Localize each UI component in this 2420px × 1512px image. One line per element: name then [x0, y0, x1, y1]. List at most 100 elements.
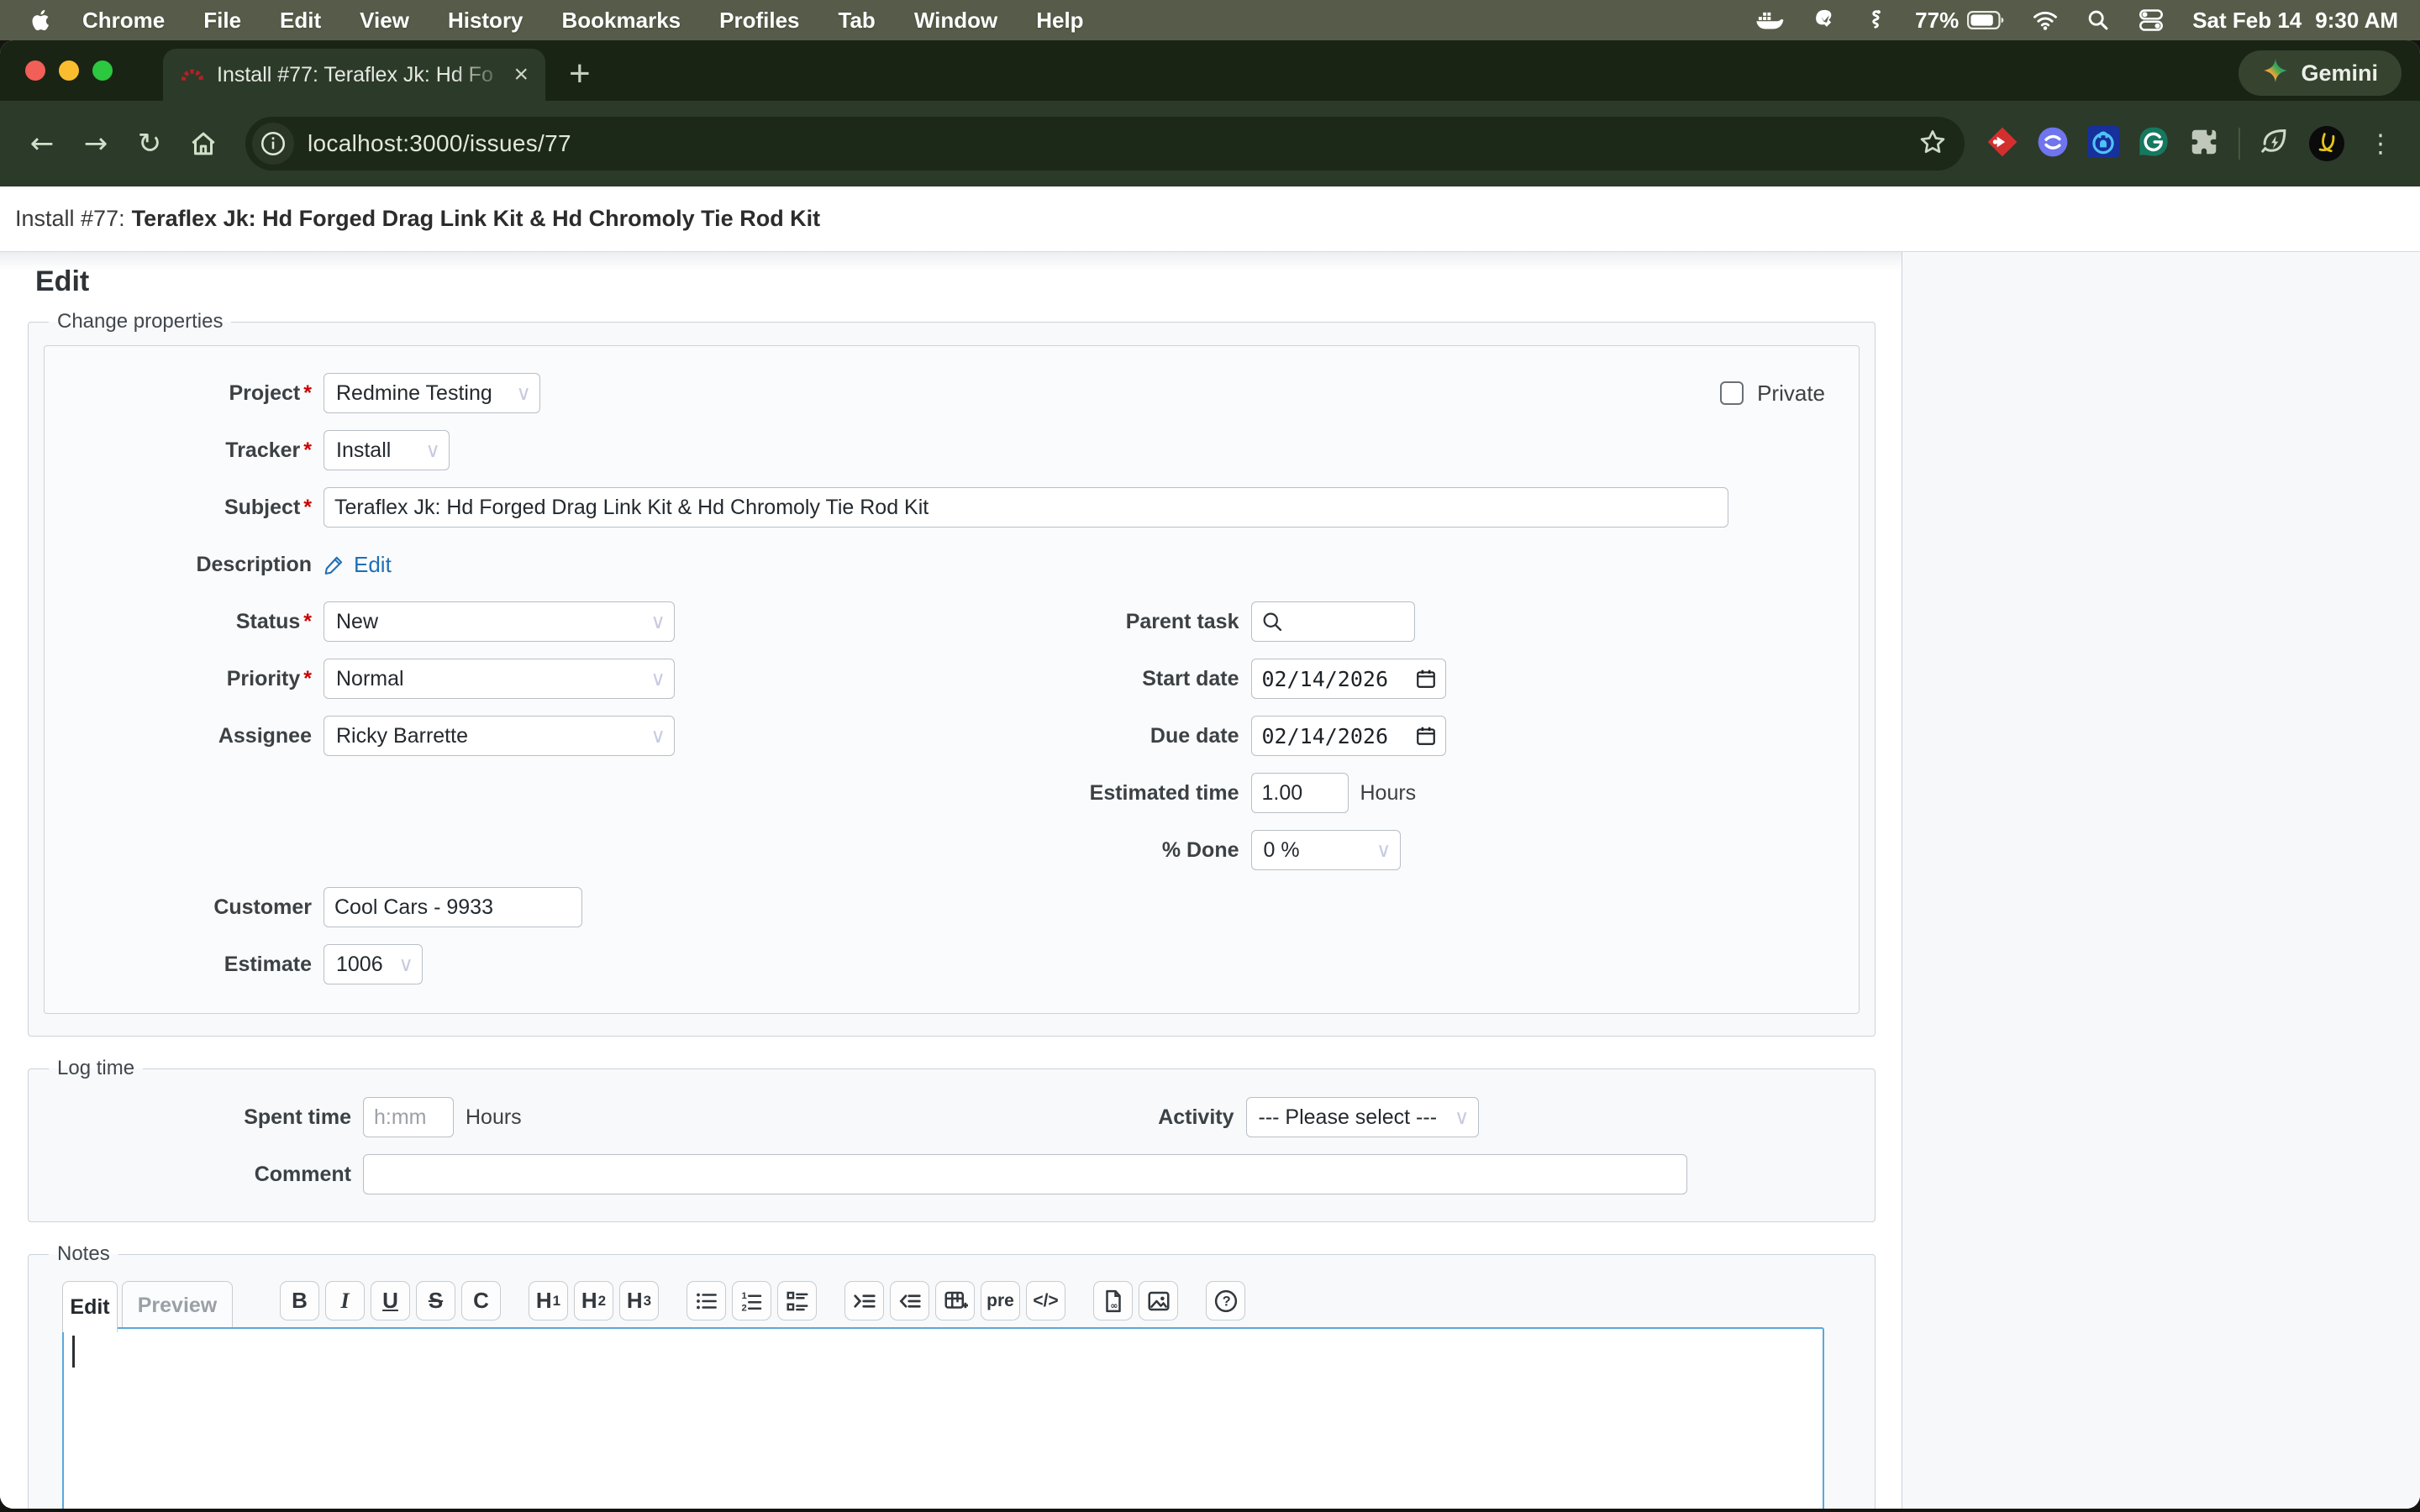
change-properties-legend: Change properties [49, 310, 231, 333]
italic-button[interactable]: I [325, 1281, 365, 1320]
profile-avatar[interactable] [2309, 126, 2344, 161]
ordered-list-icon[interactable]: 12 [732, 1281, 771, 1320]
chevron-down-icon: ∨ [1376, 838, 1392, 862]
unordered-list-icon[interactable] [687, 1281, 726, 1320]
heading2-button[interactable]: H2 [574, 1281, 613, 1320]
back-icon[interactable]: ← [22, 123, 62, 164]
menu-chrome[interactable]: Chrome [82, 8, 165, 34]
description-edit-link[interactable]: Edit [324, 552, 392, 578]
parent-task-input[interactable] [1251, 601, 1415, 642]
gemini-button[interactable]: Gemini [2238, 50, 2402, 96]
zoom-window-button[interactable] [92, 60, 113, 81]
done-ratio-select[interactable]: 0 %∨ [1251, 830, 1401, 870]
comment-input[interactable] [363, 1154, 1687, 1194]
due-date-input[interactable]: 02/14/2026 [1251, 716, 1446, 756]
private-checkbox[interactable] [1720, 381, 1744, 405]
notes-textarea[interactable] [62, 1327, 1824, 1509]
blockquote-icon[interactable] [844, 1281, 884, 1320]
menu-help[interactable]: Help [1036, 8, 1083, 34]
home-icon[interactable] [183, 123, 224, 164]
menu-history[interactable]: History [448, 8, 523, 34]
heading3-button[interactable]: H3 [619, 1281, 659, 1320]
estimated-time-input[interactable] [1251, 773, 1349, 813]
pencil-icon [324, 554, 345, 575]
menu-edit[interactable]: Edit [280, 8, 321, 34]
inline-code-button[interactable]: C [461, 1281, 501, 1320]
url-text[interactable]: localhost:3000/issues/77 [308, 130, 1918, 157]
menu-bookmarks[interactable]: Bookmarks [562, 8, 681, 34]
bookmark-star-icon[interactable] [1918, 127, 1948, 161]
heading1-button[interactable]: H1 [529, 1281, 568, 1320]
grammarly-icon[interactable] [2138, 126, 2170, 162]
menu-window[interactable]: Window [914, 8, 997, 34]
menubar-time-label[interactable]: 9:30 AM [2315, 8, 2398, 34]
site-info-icon[interactable] [252, 123, 294, 165]
browser-tab[interactable]: Install #77: Teraflex Jk: Hd Fo × [163, 49, 545, 101]
extensions-row: ⋮ [1986, 126, 2398, 162]
wifi-icon[interactable] [2033, 9, 2058, 31]
chevron-down-icon: ∨ [425, 438, 440, 462]
svg-text:∞: ∞ [1110, 1299, 1118, 1310]
forward-icon[interactable]: → [76, 123, 116, 164]
menu-file[interactable]: File [203, 8, 241, 34]
menubar-app-icon-1[interactable] [1812, 8, 1836, 32]
menubar-app-icon-2[interactable] [1865, 9, 1886, 31]
code-block-button[interactable]: </> [1026, 1281, 1065, 1320]
menu-tab[interactable]: Tab [839, 8, 876, 34]
issue-header-bar: Install #77: Teraflex Jk: Hd Forged Drag… [0, 186, 2420, 252]
apple-menu-icon[interactable] [29, 8, 54, 33]
tab-preview[interactable]: Preview [122, 1281, 233, 1330]
bold-button[interactable]: B [280, 1281, 319, 1320]
private-field: Private [1720, 381, 1825, 407]
project-select[interactable]: Redmine Testing∨ [324, 373, 540, 413]
strikethrough-button[interactable]: S [416, 1281, 455, 1320]
customer-input[interactable] [324, 887, 582, 927]
priority-select[interactable]: Normal∨ [324, 659, 675, 699]
unquote-icon[interactable] [890, 1281, 929, 1320]
attributes-box: Project* Redmine Testing∨ Private [44, 345, 1860, 1014]
spent-time-input[interactable] [363, 1097, 454, 1137]
tab-edit[interactable]: Edit [62, 1281, 118, 1332]
help-icon[interactable]: ? [1206, 1281, 1245, 1320]
control-center-icon[interactable] [2139, 8, 2164, 32]
menubar-date-label[interactable]: Sat Feb 14 [2192, 8, 2302, 34]
extension-icon-purple[interactable] [2037, 126, 2069, 162]
image-icon[interactable] [1139, 1281, 1178, 1320]
estimate-select[interactable]: 1006∨ [324, 944, 423, 984]
page-content: Edit Change properties Project* Redmine … [0, 252, 2420, 1509]
wiki-link-icon[interactable]: ∞ [1093, 1281, 1133, 1320]
extensions-puzzle-icon[interactable] [2188, 126, 2220, 162]
address-bar[interactable]: localhost:3000/issues/77 [245, 117, 1965, 171]
new-tab-button[interactable]: + [569, 49, 591, 101]
subject-input[interactable] [324, 487, 1728, 528]
tracker-select[interactable]: Install∨ [324, 430, 450, 470]
form-row-status-parent: Status* New∨ Parent task [45, 593, 1859, 650]
assignee-select[interactable]: Ricky Barrette∨ [324, 716, 675, 756]
chrome-menu-kebab-icon[interactable]: ⋮ [2363, 129, 2398, 159]
task-list-icon[interactable] [777, 1281, 817, 1320]
minimize-window-button[interactable] [59, 60, 79, 81]
preformatted-button[interactable]: pre [981, 1281, 1020, 1320]
performance-leaf-icon[interactable] [2259, 126, 2291, 162]
form-row-assignee-due: Assignee Ricky Barrette∨ Due date 02/14/… [45, 707, 1859, 764]
menu-profiles[interactable]: Profiles [719, 8, 799, 34]
notes-legend: Notes [49, 1242, 118, 1266]
activity-select[interactable]: --- Please select ---∨ [1246, 1097, 1479, 1137]
underline-button[interactable]: U [371, 1281, 410, 1320]
menu-view[interactable]: View [360, 8, 409, 34]
tab-strip: Install #77: Teraflex Jk: Hd Fo × + Gemi… [0, 40, 2420, 101]
docker-menubar-icon[interactable] [1755, 10, 1784, 30]
parent-task-label: Parent task [952, 610, 1251, 634]
spent-time-label: Spent time [29, 1105, 363, 1130]
issue-id-label: Install #77: [15, 206, 125, 232]
extension-icon-red[interactable] [1986, 126, 2018, 162]
tab-close-icon[interactable]: × [510, 62, 532, 87]
tab-title: Install #77: Teraflex Jk: Hd Fo [217, 63, 510, 87]
status-select[interactable]: New∨ [324, 601, 675, 642]
close-window-button[interactable] [25, 60, 45, 81]
spotlight-search-icon[interactable] [2086, 8, 2110, 32]
table-icon[interactable] [935, 1281, 975, 1320]
start-date-input[interactable]: 02/14/2026 [1251, 659, 1446, 699]
reload-icon[interactable]: ↻ [129, 123, 170, 164]
extension-icon-blue-lock[interactable] [2087, 126, 2119, 162]
